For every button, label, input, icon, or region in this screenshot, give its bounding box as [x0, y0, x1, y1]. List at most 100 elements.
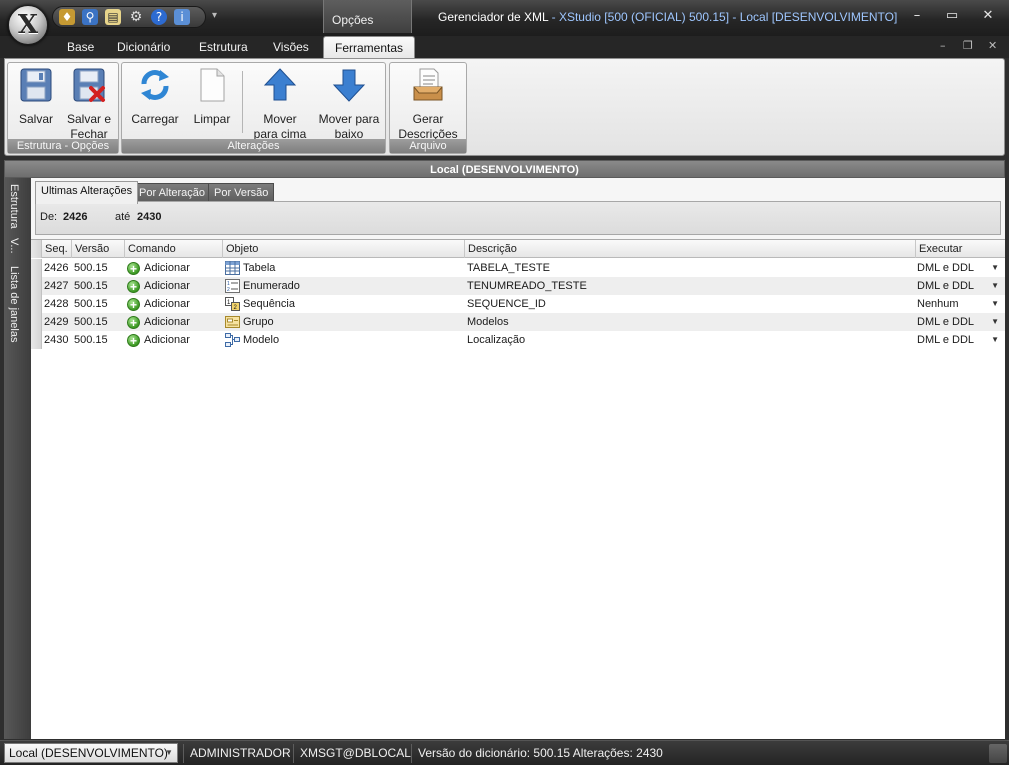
table-row[interactable]: 2426 500.15 + Adicionar Tabela TABELA_TESTE DM…	[31, 259, 1005, 277]
enum-icon: 12	[225, 279, 240, 294]
window-title-subtitle: - XStudio [500 (OFICIAL) 500.15] - Local…	[548, 10, 898, 24]
tab-por-alteracao[interactable]: Por Alteração	[133, 183, 212, 203]
maximize-button[interactable]: ▭	[944, 8, 960, 23]
side-tab-lista-janelas[interactable]: Lista de janelas	[8, 266, 20, 342]
chevron-down-icon[interactable]: ▼	[991, 313, 999, 331]
add-icon: +	[127, 261, 140, 275]
customize-toolbar-icon[interactable]: ▾	[212, 10, 217, 21]
tab-por-versao[interactable]: Por Versão	[208, 183, 275, 203]
mdi-restore-button[interactable]: ❐	[963, 39, 973, 52]
table-row[interactable]: 2427 500.15 + Adicionar 1 2 Enumerado TENUMREAD…	[31, 277, 1005, 295]
cell-descricao-text: Localização	[467, 334, 526, 346]
close-button[interactable]: ✕	[980, 8, 996, 23]
column-header-descricao[interactable]: Descrição	[465, 240, 916, 258]
range-to-value[interactable]: 2430	[137, 211, 161, 223]
side-tab-estrutura[interactable]: Estrutura	[8, 184, 20, 229]
cell-comando-text: Adicionar	[144, 280, 190, 292]
chevron-down-icon[interactable]: ▼	[991, 277, 999, 295]
mover-baixo-button[interactable]: Mover para baixo	[318, 67, 380, 142]
application-menu-button[interactable]: X	[8, 5, 48, 45]
row-selector-header	[31, 240, 42, 258]
ribbon-panel: Salvar Salvar e Fechar Estrutura - Opçõe…	[4, 58, 1005, 156]
row-selector[interactable]	[31, 259, 42, 277]
row-selector[interactable]	[31, 313, 42, 331]
info-document-icon[interactable]: i	[174, 9, 190, 25]
documents-icon[interactable]: ▤	[105, 9, 121, 25]
resize-grip-icon[interactable]	[989, 744, 1007, 763]
tab-ultimas-alteracoes[interactable]: Ultimas Alterações	[35, 181, 139, 204]
range-from-value[interactable]: 2426	[63, 211, 87, 223]
gerar-descricoes-label: Gerar Descrições	[398, 112, 458, 141]
arrow-down-icon	[332, 69, 366, 102]
table-row[interactable]: 2430 500.15 + Adicionar Modelo Localização DML…	[31, 331, 1005, 349]
floppy-disk-icon	[20, 68, 52, 102]
tab-visoes[interactable]: Visões	[273, 40, 309, 54]
gear-icon[interactable]: ⚙	[128, 9, 144, 25]
cell-comando: + Adicionar	[127, 331, 223, 349]
cell-descricao: Modelos	[467, 313, 916, 331]
cell-descricao-text: TABELA_TESTE	[467, 262, 550, 274]
status-user: ADMINISTRADOR	[183, 744, 297, 763]
cell-versao: 500.15	[74, 313, 125, 331]
cell-comando-text: Adicionar	[144, 262, 190, 274]
help-icon[interactable]: ?	[151, 9, 167, 25]
cell-executar[interactable]: DML e DDL ▼	[917, 277, 1005, 295]
grid-header-row: Seq. Versão Comando Objeto Descrição Exe…	[31, 240, 1005, 258]
chevron-down-icon[interactable]: ▼	[991, 259, 999, 277]
user-tools-icon[interactable]: ♦	[59, 9, 75, 25]
cell-versao: 500.15	[74, 295, 125, 313]
ribbon-group-label-estrutura: Estrutura - Opções	[8, 139, 118, 153]
tab-ferramentas[interactable]: Ferramentas	[323, 36, 416, 59]
quick-access-toolbar: ♦ ⚲ ▤ ⚙ ? i	[52, 6, 206, 28]
cell-versao: 500.15	[74, 277, 125, 295]
tab-dicionario[interactable]: Dicionário	[117, 40, 170, 54]
column-header-seq[interactable]: Seq.	[42, 240, 72, 258]
limpar-button[interactable]: Limpar	[190, 67, 234, 127]
column-header-comando[interactable]: Comando	[125, 240, 223, 258]
cell-executar[interactable]: DML e DDL ▼	[917, 313, 1005, 331]
table-row[interactable]: 2429 500.15 + Adicionar Grupo Modelos DML e DD…	[31, 313, 1005, 331]
add-icon: +	[127, 279, 140, 293]
mover-cima-button[interactable]: Mover para cima	[250, 67, 310, 142]
column-header-executar[interactable]: Executar	[916, 240, 1005, 258]
tab-estrutura[interactable]: Estrutura	[199, 40, 248, 54]
mdi-close-button[interactable]: ✕	[988, 39, 997, 52]
cell-descricao: Localização	[467, 331, 916, 349]
chevron-down-icon: ▼	[165, 748, 173, 757]
cell-executar[interactable]: DML e DDL ▼	[917, 259, 1005, 277]
cell-versao-text: 500.15	[74, 298, 108, 310]
mdi-minimize-button[interactable]: –	[940, 39, 946, 52]
cell-executar-text: DML e DDL	[917, 262, 975, 274]
cell-seq: 2427	[44, 277, 72, 295]
column-header-objeto[interactable]: Objeto	[223, 240, 465, 258]
document-title-bar: Local (DESENVOLVIMENTO)	[4, 160, 1005, 178]
cell-comando: + Adicionar	[127, 295, 223, 313]
table-row[interactable]: 2428 500.15 + Adicionar 1 2 Sequência SEQUENCE_…	[31, 295, 1005, 313]
column-header-versao[interactable]: Versão	[72, 240, 125, 258]
row-selector[interactable]	[31, 295, 42, 313]
cell-objeto-text: Grupo	[243, 316, 274, 328]
cell-executar[interactable]: DML e DDL ▼	[917, 331, 1005, 349]
cell-versao-text: 500.15	[74, 334, 108, 346]
row-selector[interactable]	[31, 331, 42, 349]
side-tab-visoes[interactable]: V...	[8, 238, 20, 254]
cell-objeto-text: Tabela	[243, 262, 276, 274]
document-tray-icon	[413, 68, 443, 101]
cell-executar[interactable]: Nenhum ▼	[917, 295, 1005, 313]
cell-descricao: SEQUENCE_ID	[467, 295, 916, 313]
search-icon[interactable]: ⚲	[82, 9, 98, 25]
chevron-down-icon[interactable]: ▼	[991, 331, 999, 349]
minimize-button[interactable]: –	[909, 8, 925, 23]
cell-comando: + Adicionar	[127, 277, 223, 295]
salvar-button[interactable]: Salvar	[16, 67, 56, 127]
range-to-label: até	[115, 211, 131, 223]
row-selector[interactable]	[31, 277, 42, 295]
salvar-fechar-button[interactable]: Salvar e Fechar	[64, 67, 114, 142]
cell-objeto: 1 2 Sequência	[225, 295, 465, 313]
connection-select[interactable]: Local (DESENVOLVIMENTO) ▼	[4, 743, 178, 763]
context-tab-group: Opções	[323, 0, 412, 33]
gerar-descricoes-button[interactable]: Gerar Descrições	[396, 67, 460, 142]
tab-base[interactable]: Base	[67, 40, 94, 54]
chevron-down-icon[interactable]: ▼	[991, 295, 999, 313]
carregar-button[interactable]: Carregar	[130, 67, 180, 127]
